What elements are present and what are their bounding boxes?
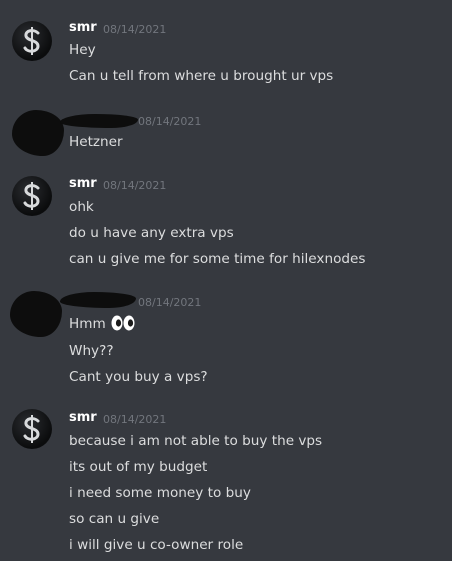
message-line-with-emoji: Hmm xyxy=(69,315,135,333)
username[interactable]: smr xyxy=(69,20,97,35)
message-text: Hey xyxy=(69,42,96,58)
message-text: Can u tell from where u brought ur vps xyxy=(69,68,334,84)
avatar[interactable] xyxy=(12,409,52,449)
redacted-avatar xyxy=(12,110,64,156)
message-text: Cant you buy a vps? xyxy=(69,369,208,385)
message-text: Hetzner xyxy=(69,134,123,150)
eyes-emoji-icon xyxy=(111,315,135,331)
message-text: do u have any extra vps xyxy=(69,225,234,241)
username[interactable]: smr xyxy=(69,176,97,191)
dollar-skull-icon xyxy=(23,27,40,55)
redacted-username xyxy=(60,292,136,308)
timestamp: 08/14/2021 xyxy=(103,23,167,36)
message-text: i will give u co-owner role xyxy=(69,537,244,553)
timestamp: 08/14/2021 xyxy=(103,413,167,426)
redacted-avatar xyxy=(10,291,62,337)
redacted-username xyxy=(60,114,138,128)
message-text: Hmm xyxy=(69,316,106,332)
timestamp: 08/14/2021 xyxy=(103,179,167,192)
message-text: so can u give xyxy=(69,511,160,527)
dollar-skull-icon xyxy=(23,182,40,210)
message-text: its out of my budget xyxy=(69,459,208,475)
avatar[interactable] xyxy=(12,176,52,216)
message-text: Why?? xyxy=(69,343,114,359)
message-text: ohk xyxy=(69,199,94,215)
message-text: can u give me for some time for hilexnod… xyxy=(69,251,366,267)
message-text: i need some money to buy xyxy=(69,485,251,501)
message-text: because i am not able to buy the vps xyxy=(69,433,323,449)
dollar-skull-icon xyxy=(23,415,40,443)
username[interactable]: smr xyxy=(69,410,97,425)
timestamp: 08/14/2021 xyxy=(138,115,202,128)
timestamp: 08/14/2021 xyxy=(138,296,202,309)
avatar[interactable] xyxy=(12,21,52,61)
